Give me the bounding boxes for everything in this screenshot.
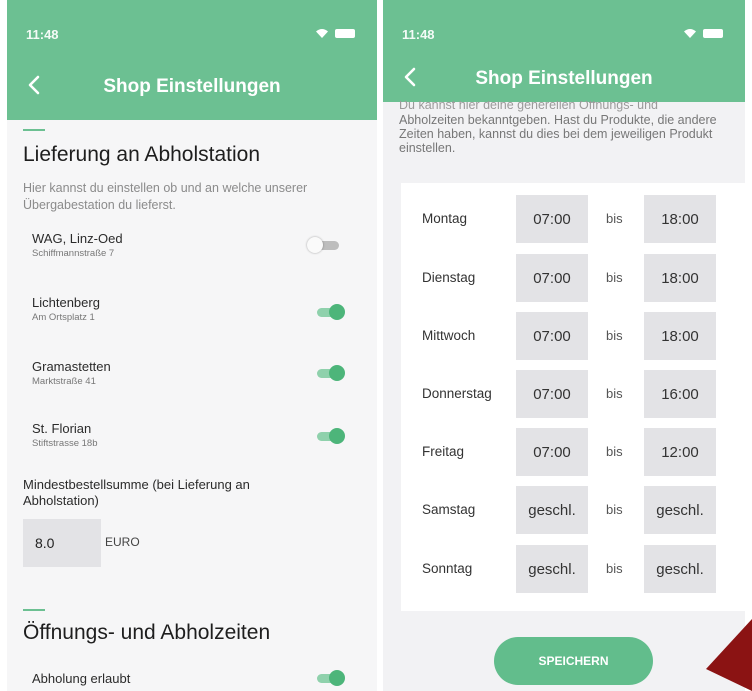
day-label: Sonntag (422, 561, 473, 576)
day-row-dienstag: Dienstag bis (401, 254, 745, 302)
wifi-icon (683, 28, 697, 38)
time-from-input[interactable] (516, 486, 588, 534)
pickup-allowed-item: Abholung erlaubt (32, 671, 130, 686)
min-order-input[interactable] (23, 519, 101, 567)
time-from-input[interactable] (516, 312, 588, 360)
intro-text-cut: Du kannst hier deine generellen Öffnungs… (399, 101, 658, 112)
time-from-input[interactable] (516, 428, 588, 476)
bis-label: bis (606, 328, 623, 343)
station-address: Schiffmannstraße 7 (32, 248, 115, 259)
time-to-input[interactable] (644, 428, 716, 476)
status-icons (315, 28, 355, 38)
opening-hours-card: Montag bis Dienstag bis Mittwoch bis Don… (401, 183, 745, 611)
phone-screen-left: 11:48 Shop Einstellungen Lieferung an Ab… (7, 0, 377, 691)
station-toggle-lichtenberg[interactable] (311, 304, 345, 320)
day-row-freitag: Freitag bis (401, 428, 745, 476)
bis-label: bis (606, 561, 623, 576)
station-address: Marktstraße 41 (32, 376, 96, 387)
station-name: Lichtenberg (32, 295, 100, 310)
station-item-st-florian: St. Florian Stiftstrasse 18b (32, 421, 97, 449)
min-order-unit: EURO (105, 535, 140, 549)
day-label: Montag (422, 211, 468, 226)
time-from-input[interactable] (516, 545, 588, 593)
station-address: Am Ortsplatz 1 (32, 312, 95, 323)
min-order-label: Mindestbestellsumme (bei Lieferung an Ab… (23, 477, 250, 508)
station-toggle-gramastetten[interactable] (311, 365, 345, 381)
time-to-input[interactable] (644, 254, 716, 302)
pickup-allowed-label: Abholung erlaubt (32, 671, 131, 686)
bis-label: bis (606, 444, 623, 459)
day-row-donnerstag: Donnerstag bis (401, 370, 745, 418)
bis-label: bis (606, 502, 623, 517)
time-from-input[interactable] (516, 195, 588, 243)
opening-hours-content: Du kannst hier deine generellen Öffnungs… (383, 101, 745, 691)
battery-icon (335, 28, 355, 38)
station-item-gramastetten: Gramastetten Marktstraße 41 (32, 359, 111, 387)
pickup-allowed-toggle[interactable] (311, 670, 345, 686)
page-title: Shop Einstellungen (475, 68, 653, 89)
station-toggle-wag[interactable] (307, 237, 341, 253)
time-to-input[interactable] (644, 486, 716, 534)
station-toggle-st-florian[interactable] (311, 428, 345, 444)
save-button[interactable]: SPEICHERN (494, 637, 653, 685)
day-label: Mittwoch (422, 328, 476, 343)
day-row-samstag: Samstag bis (401, 486, 745, 534)
time-from-input[interactable] (516, 254, 588, 302)
hours-intro-text: Du kannst hier deine generellen Öffnungs… (399, 101, 731, 155)
section-accent-bar (23, 609, 45, 611)
status-time: 11:48 (26, 27, 59, 42)
annotation-arrow-icon (706, 619, 752, 691)
section-title-hours: Öffnungs- und Abholzeiten (23, 621, 271, 644)
bis-label: bis (606, 270, 623, 285)
intro-text: Abholzeiten bekanntgeben. Hast du Produk… (399, 113, 717, 155)
day-label: Donnerstag (422, 386, 492, 401)
time-from-input[interactable] (516, 370, 588, 418)
app-header: 11:48 Shop Einstellungen (7, 0, 377, 120)
time-to-input[interactable] (644, 312, 716, 360)
time-to-input[interactable] (644, 370, 716, 418)
section-description: Hier kannst du einstellen ob und an welc… (23, 181, 308, 212)
time-to-input[interactable] (644, 545, 716, 593)
battery-icon (703, 28, 723, 38)
section-title-delivery: Lieferung an Abholstation (23, 143, 261, 166)
station-item-lichtenberg: Lichtenberg Am Ortsplatz 1 (32, 295, 100, 323)
bis-label: bis (606, 211, 623, 226)
status-time: 11:48 (402, 27, 435, 42)
day-label: Freitag (422, 444, 465, 459)
day-row-sonntag: Sonntag bis (401, 545, 745, 593)
station-address: Stiftstrasse 18b (32, 438, 98, 449)
station-name: WAG, Linz-Oed (32, 231, 123, 246)
time-to-input[interactable] (644, 195, 716, 243)
station-item-wag: WAG, Linz-Oed Schiffmannstraße 7 (32, 231, 123, 259)
page-title: Shop Einstellungen (103, 76, 281, 97)
day-label: Dienstag (422, 270, 476, 285)
app-header: 11:48 Shop Einstellungen (383, 0, 745, 102)
station-name: Gramastetten (32, 359, 111, 374)
settings-content: Lieferung an Abholstation Hier kannst du… (7, 120, 377, 691)
phone-screen-right: 11:48 Shop Einstellungen Du kannst hier … (383, 0, 745, 691)
day-label: Samstag (422, 502, 476, 517)
wifi-icon (315, 28, 329, 38)
day-row-montag: Montag bis (401, 195, 745, 243)
station-name: St. Florian (32, 421, 92, 436)
day-row-mittwoch: Mittwoch bis (401, 312, 745, 360)
section-accent-bar (23, 129, 45, 131)
bis-label: bis (606, 386, 623, 401)
status-icons (683, 28, 723, 38)
